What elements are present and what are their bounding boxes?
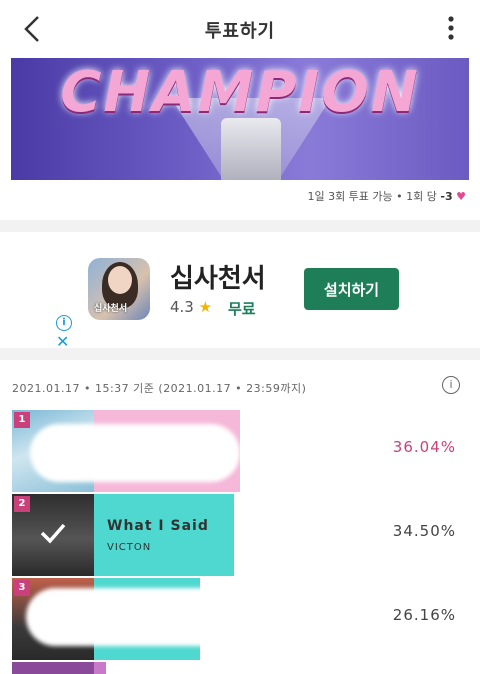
redacted-area — [30, 424, 240, 482]
section-divider — [0, 348, 480, 360]
character-face — [108, 266, 132, 294]
vote-count: -3 — [440, 190, 453, 203]
vote-share-bar — [94, 494, 234, 576]
vote-limit-text: 1일 3회 투표 가능 • 1회 당 — [307, 190, 437, 203]
ranking-row-1[interactable]: 1 36.04% — [12, 410, 466, 492]
vote-percent: 26.16% — [392, 606, 456, 624]
rank-badge: 1 — [14, 412, 30, 428]
ranking-row-3[interactable]: 3 26.16% — [12, 578, 466, 660]
artist-name: VICTON — [107, 542, 152, 553]
more-options-icon[interactable] — [444, 14, 458, 42]
ranking-row-4-partial[interactable] — [12, 662, 466, 674]
ad-info-icon[interactable]: i — [56, 315, 72, 331]
ad-rating-value: 4.3 — [170, 298, 194, 316]
album-thumbnail — [12, 662, 94, 674]
top-bar: 투표하기 — [0, 0, 480, 58]
song-title: What I Said — [107, 518, 209, 534]
champion-banner[interactable]: CHAMPION — [11, 58, 469, 180]
vote-limit-info: 1일 3회 투표 가능 • 1회 당 -3 ♥ — [307, 188, 466, 204]
rank-badge: 2 — [14, 496, 30, 512]
install-button[interactable]: 설치하기 — [304, 268, 399, 310]
ad-icon-caption: 십사천서 — [94, 304, 128, 314]
ranking-row-2[interactable]: 2 What I Said VICTON 34.50% — [12, 494, 466, 576]
checkmark-icon — [40, 523, 66, 544]
vote-share-bar — [94, 662, 106, 674]
redacted-area — [26, 588, 236, 646]
rank-badge: 3 — [14, 580, 30, 596]
trophy-image — [221, 118, 281, 180]
heart-icon: ♥ — [456, 190, 466, 203]
ad-price: 무료 — [228, 300, 256, 318]
vote-percent: 34.50% — [392, 522, 456, 540]
ad-app-name[interactable]: 십사천서 — [170, 258, 266, 295]
info-icon[interactable]: i — [442, 376, 460, 394]
star-icon: ★ — [198, 298, 213, 316]
banner-title: CHAMPION — [60, 60, 420, 125]
ad-app-icon[interactable]: 십사천서 — [88, 258, 150, 320]
vote-percent: 36.04% — [392, 438, 456, 456]
page-title: 투표하기 — [204, 21, 276, 42]
ad-rating: 4.3 ★ — [170, 298, 212, 316]
ranking-time-range: 2021.01.17 • 15:37 기준 (2021.01.17 • 23:5… — [12, 382, 307, 395]
section-divider — [0, 220, 480, 232]
